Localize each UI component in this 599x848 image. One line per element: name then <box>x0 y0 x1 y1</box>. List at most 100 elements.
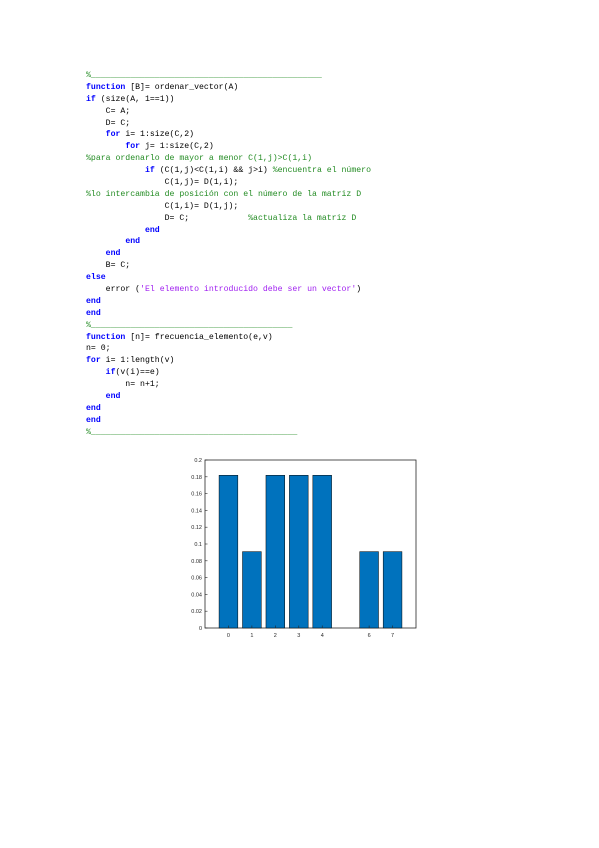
code-line: end <box>86 403 446 415</box>
code-token: ) <box>356 285 362 295</box>
code-token: end <box>105 392 121 402</box>
code-token: [n]= frecuencia_elemento(e,v) <box>130 332 273 342</box>
code-line: for j= 1:size(C,2) <box>86 141 446 153</box>
code-line: B= C; <box>86 260 446 272</box>
x-tick-label: 0 <box>227 633 230 639</box>
code-token: j= 1:size(C,2) <box>144 142 214 152</box>
code-token: if <box>144 166 160 176</box>
code-line: C(1,j)= D(1,i); <box>86 177 446 189</box>
bar-6 <box>359 551 379 629</box>
code-token: D= C; <box>86 213 249 223</box>
code-token: B= C; <box>86 261 131 271</box>
code-line: C= A; <box>86 106 446 118</box>
y-tick-label: 0 <box>199 626 202 632</box>
code-token: end <box>105 249 121 259</box>
code-token: i= 1:length(v) <box>105 356 175 366</box>
code-line: function [n]= frecuencia_elemento(e,v) <box>86 332 446 344</box>
code-line: else <box>86 272 446 284</box>
code-line: end <box>86 415 446 427</box>
code-token: (C(1,j)<C(1,i) && j>i) <box>159 166 273 176</box>
x-tick-label: 6 <box>368 633 371 639</box>
code-token: end <box>86 308 101 318</box>
code-token: %_______________________________________… <box>86 427 298 437</box>
y-tick-label: 0.12 <box>191 525 202 531</box>
bar-1 <box>242 551 262 629</box>
code-line: end <box>86 248 446 260</box>
code-line: %para ordenarlo de mayor a menor C(1,j)>… <box>86 153 446 165</box>
code-token: %encuentra el número <box>272 166 372 176</box>
x-tick-label: 7 <box>391 633 394 639</box>
bar-7 <box>382 551 403 629</box>
code-line: end <box>86 308 446 320</box>
code-token: n= 0; <box>86 344 111 354</box>
code-token: %para ordenarlo de mayor a menor C(1,j)>… <box>86 154 313 164</box>
code-token: for <box>125 142 145 152</box>
code-token: 'El elemento introducido debe ser un vec… <box>140 285 357 295</box>
code-token: C(1,j)= D(1,i); <box>86 178 239 188</box>
chart-svg: 00.020.040.060.080.10.120.140.160.180.2 … <box>191 458 417 639</box>
code-line: end <box>86 391 446 403</box>
code-token: end <box>86 296 101 306</box>
code-token: %_______________________________________… <box>86 320 293 330</box>
code-line: end <box>86 236 446 248</box>
code-token: if <box>86 94 101 104</box>
code-line: n= n+1; <box>86 379 446 391</box>
code-token: if <box>105 368 116 378</box>
y-tick-label: 0.02 <box>191 609 202 615</box>
code-token: end <box>86 415 101 425</box>
code-token: for <box>105 130 126 140</box>
code-line: end <box>86 296 446 308</box>
bar-0 <box>218 475 239 629</box>
code-token: C= A; <box>86 106 131 116</box>
code-line: %_______________________________________… <box>86 70 446 82</box>
y-tick-label: 0.08 <box>191 559 202 565</box>
code-token: (size(A, 1==1)) <box>100 94 175 104</box>
code-token: %actualiza la matriz D <box>248 213 357 223</box>
code-token: for <box>86 356 106 366</box>
code-token: n= n+1; <box>86 380 160 390</box>
code-line: if (size(A, 1==1)) <box>86 94 446 106</box>
code-token: end <box>86 403 101 413</box>
bar-4 <box>312 475 332 629</box>
y-tick-label: 0.16 <box>191 492 202 498</box>
code-line: %_______________________________________… <box>86 320 446 332</box>
code-token: D= C; <box>86 118 131 128</box>
bar-chart: 0 0.02 0.04 0.06 0.08 0.1 0.12 0.14 0.16 0.18 0.2 … <box>170 450 430 650</box>
code-line: for i= 1:length(v) <box>86 355 446 367</box>
code-line: n= 0; <box>86 343 446 355</box>
y-tick-label: 0.06 <box>191 576 202 582</box>
x-tick-label: 4 <box>321 633 324 639</box>
code-token: C(1,i)= D(1,j); <box>86 201 239 211</box>
code-line: if(v(i)==e) <box>86 367 446 379</box>
code-token: end <box>144 225 160 235</box>
x-tick-label: 1 <box>250 633 253 639</box>
x-tick-label: 2 <box>274 633 277 639</box>
code-token: (v(i)==e) <box>115 368 160 378</box>
code-line: for i= 1:size(C,2) <box>86 129 446 141</box>
y-tick-label: 0.04 <box>191 592 202 598</box>
code-line: C(1,i)= D(1,j); <box>86 201 446 213</box>
code-line: end <box>86 225 446 237</box>
code-line: function [B]= ordenar_vector(A) <box>86 82 446 94</box>
code-token: [B]= ordenar_vector(A) <box>130 82 239 92</box>
code-line: if (C(1,j)<C(1,i) && j>i) %encuentra el … <box>86 165 446 177</box>
code-token: %lo intercambia de posición con el númer… <box>86 189 362 199</box>
code-line: D= C; <box>86 118 446 130</box>
code-line: %lo intercambia de posición con el númer… <box>86 189 446 201</box>
code-line: D= C; %actualiza la matriz D <box>86 213 446 225</box>
bar-2 <box>265 475 285 629</box>
code-token: function <box>86 332 131 342</box>
code-token: else <box>86 273 106 283</box>
y-tick-label: 0.1 <box>194 542 202 548</box>
code-token: end <box>125 237 141 247</box>
y-tick-label: 0.18 <box>191 475 202 481</box>
x-tick-label: 3 <box>297 633 300 639</box>
